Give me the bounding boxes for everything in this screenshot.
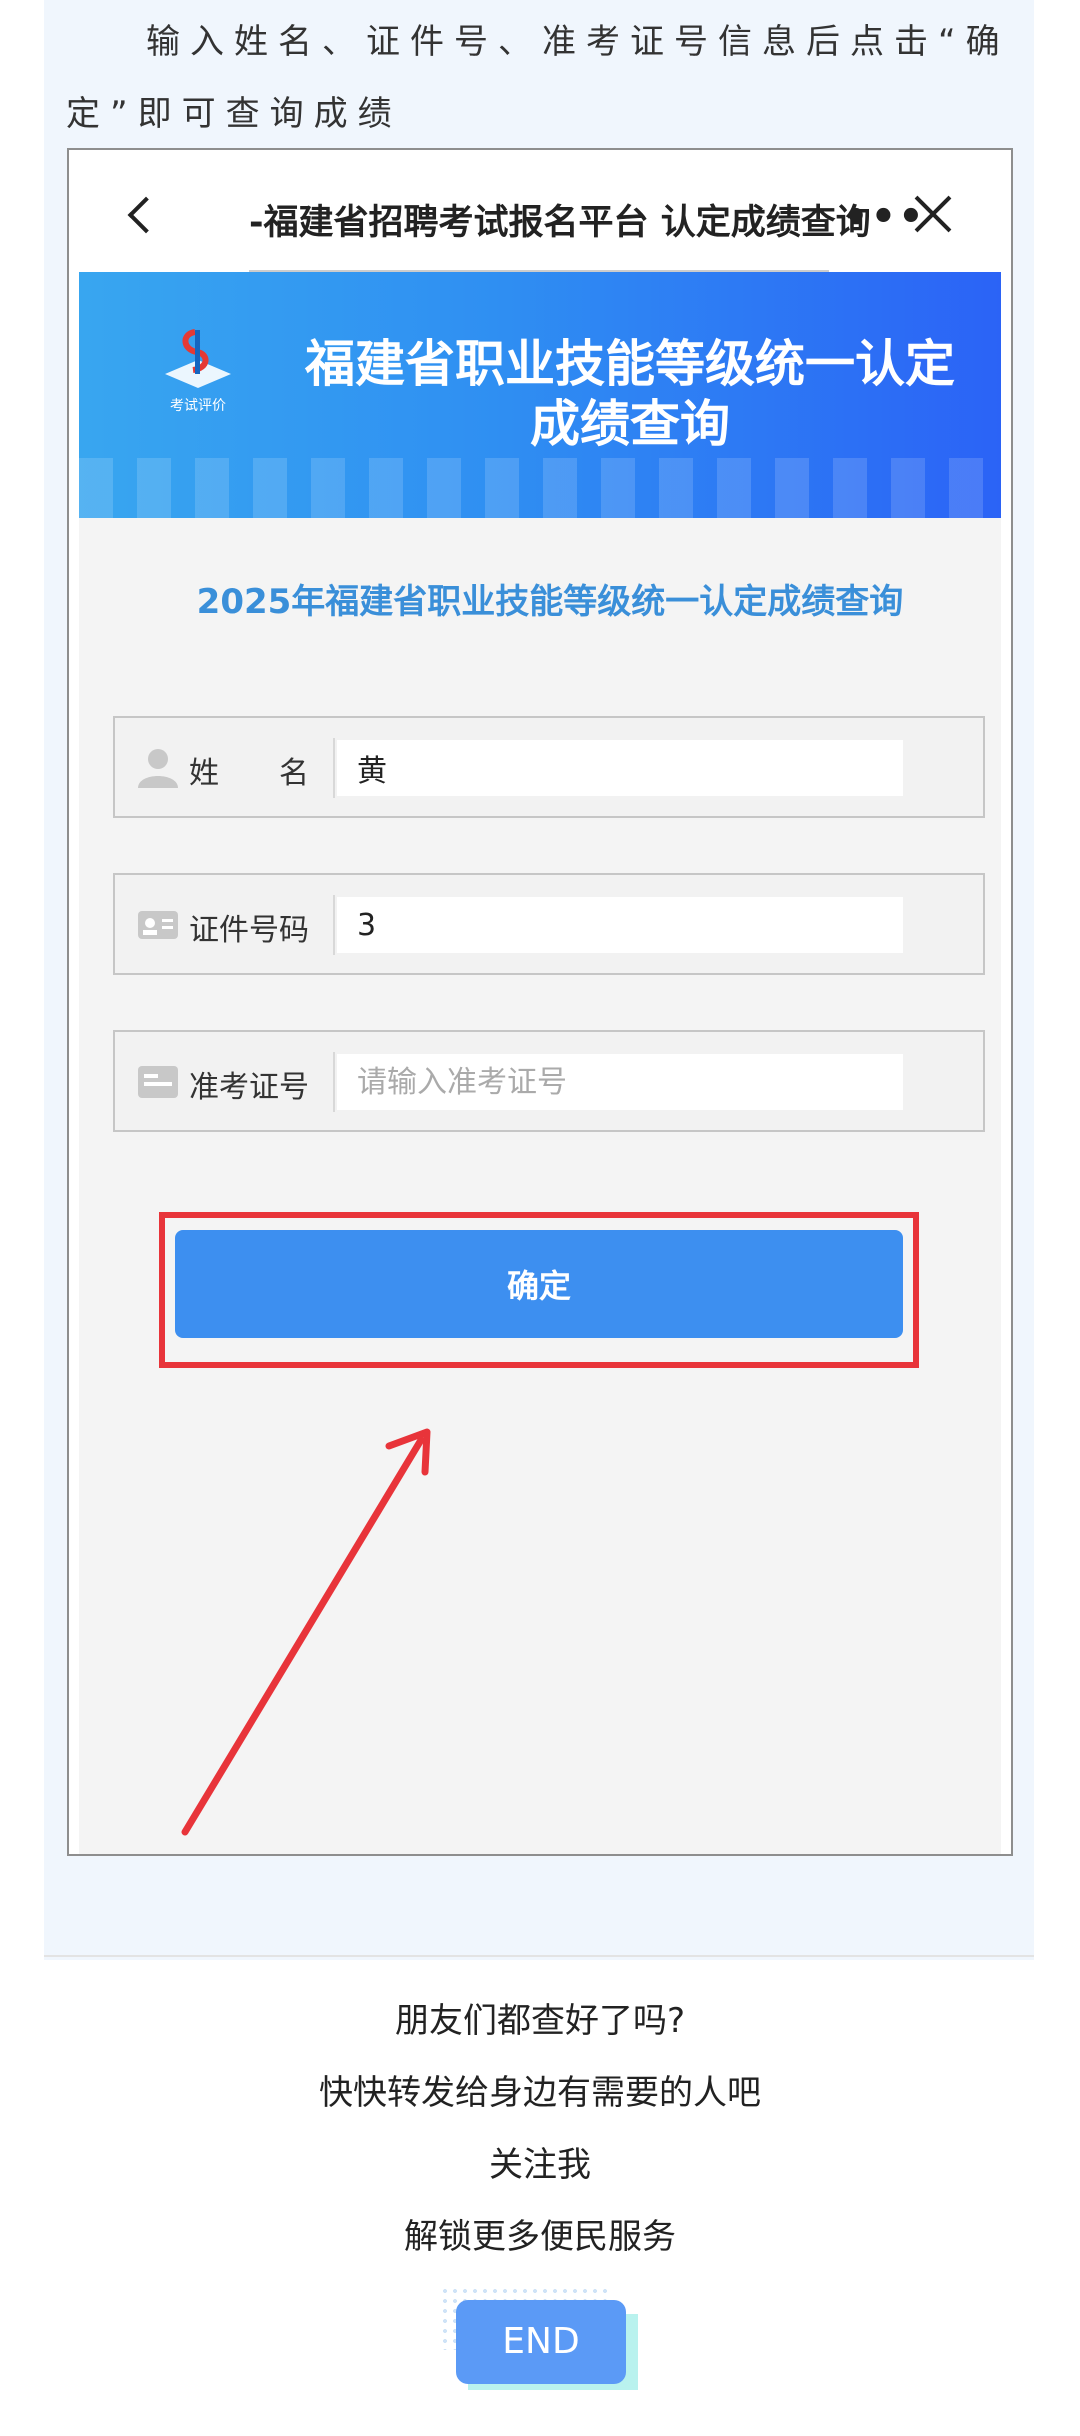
outro-text: 朋友们都查好了吗? 快快转发给身边有需要的人吧 关注我 解锁更多便民服务 (0, 1985, 1080, 2273)
intro-text: 输入姓名、证件号、准考证号信息后点击“确定”即可查询成绩 (66, 22, 1010, 134)
embedded-screenshot: -福建省招聘考试报名平台 认定成绩查询 ••• 考试评价 福建省职业技能等级统一… (67, 148, 1013, 1856)
outro-line: 朋友们都查好了吗? (394, 2001, 686, 2041)
annotation-arrow (181, 1428, 431, 1836)
end-badge: END (456, 2300, 626, 2384)
outro-line: 快快转发给身边有需要的人吧 (319, 2073, 761, 2113)
outro-line: 关注我 (489, 2145, 591, 2185)
section-divider (44, 1955, 1034, 1957)
outro-line: 解锁更多便民服务 (404, 2217, 676, 2257)
end-badge-group: END (440, 2286, 640, 2396)
